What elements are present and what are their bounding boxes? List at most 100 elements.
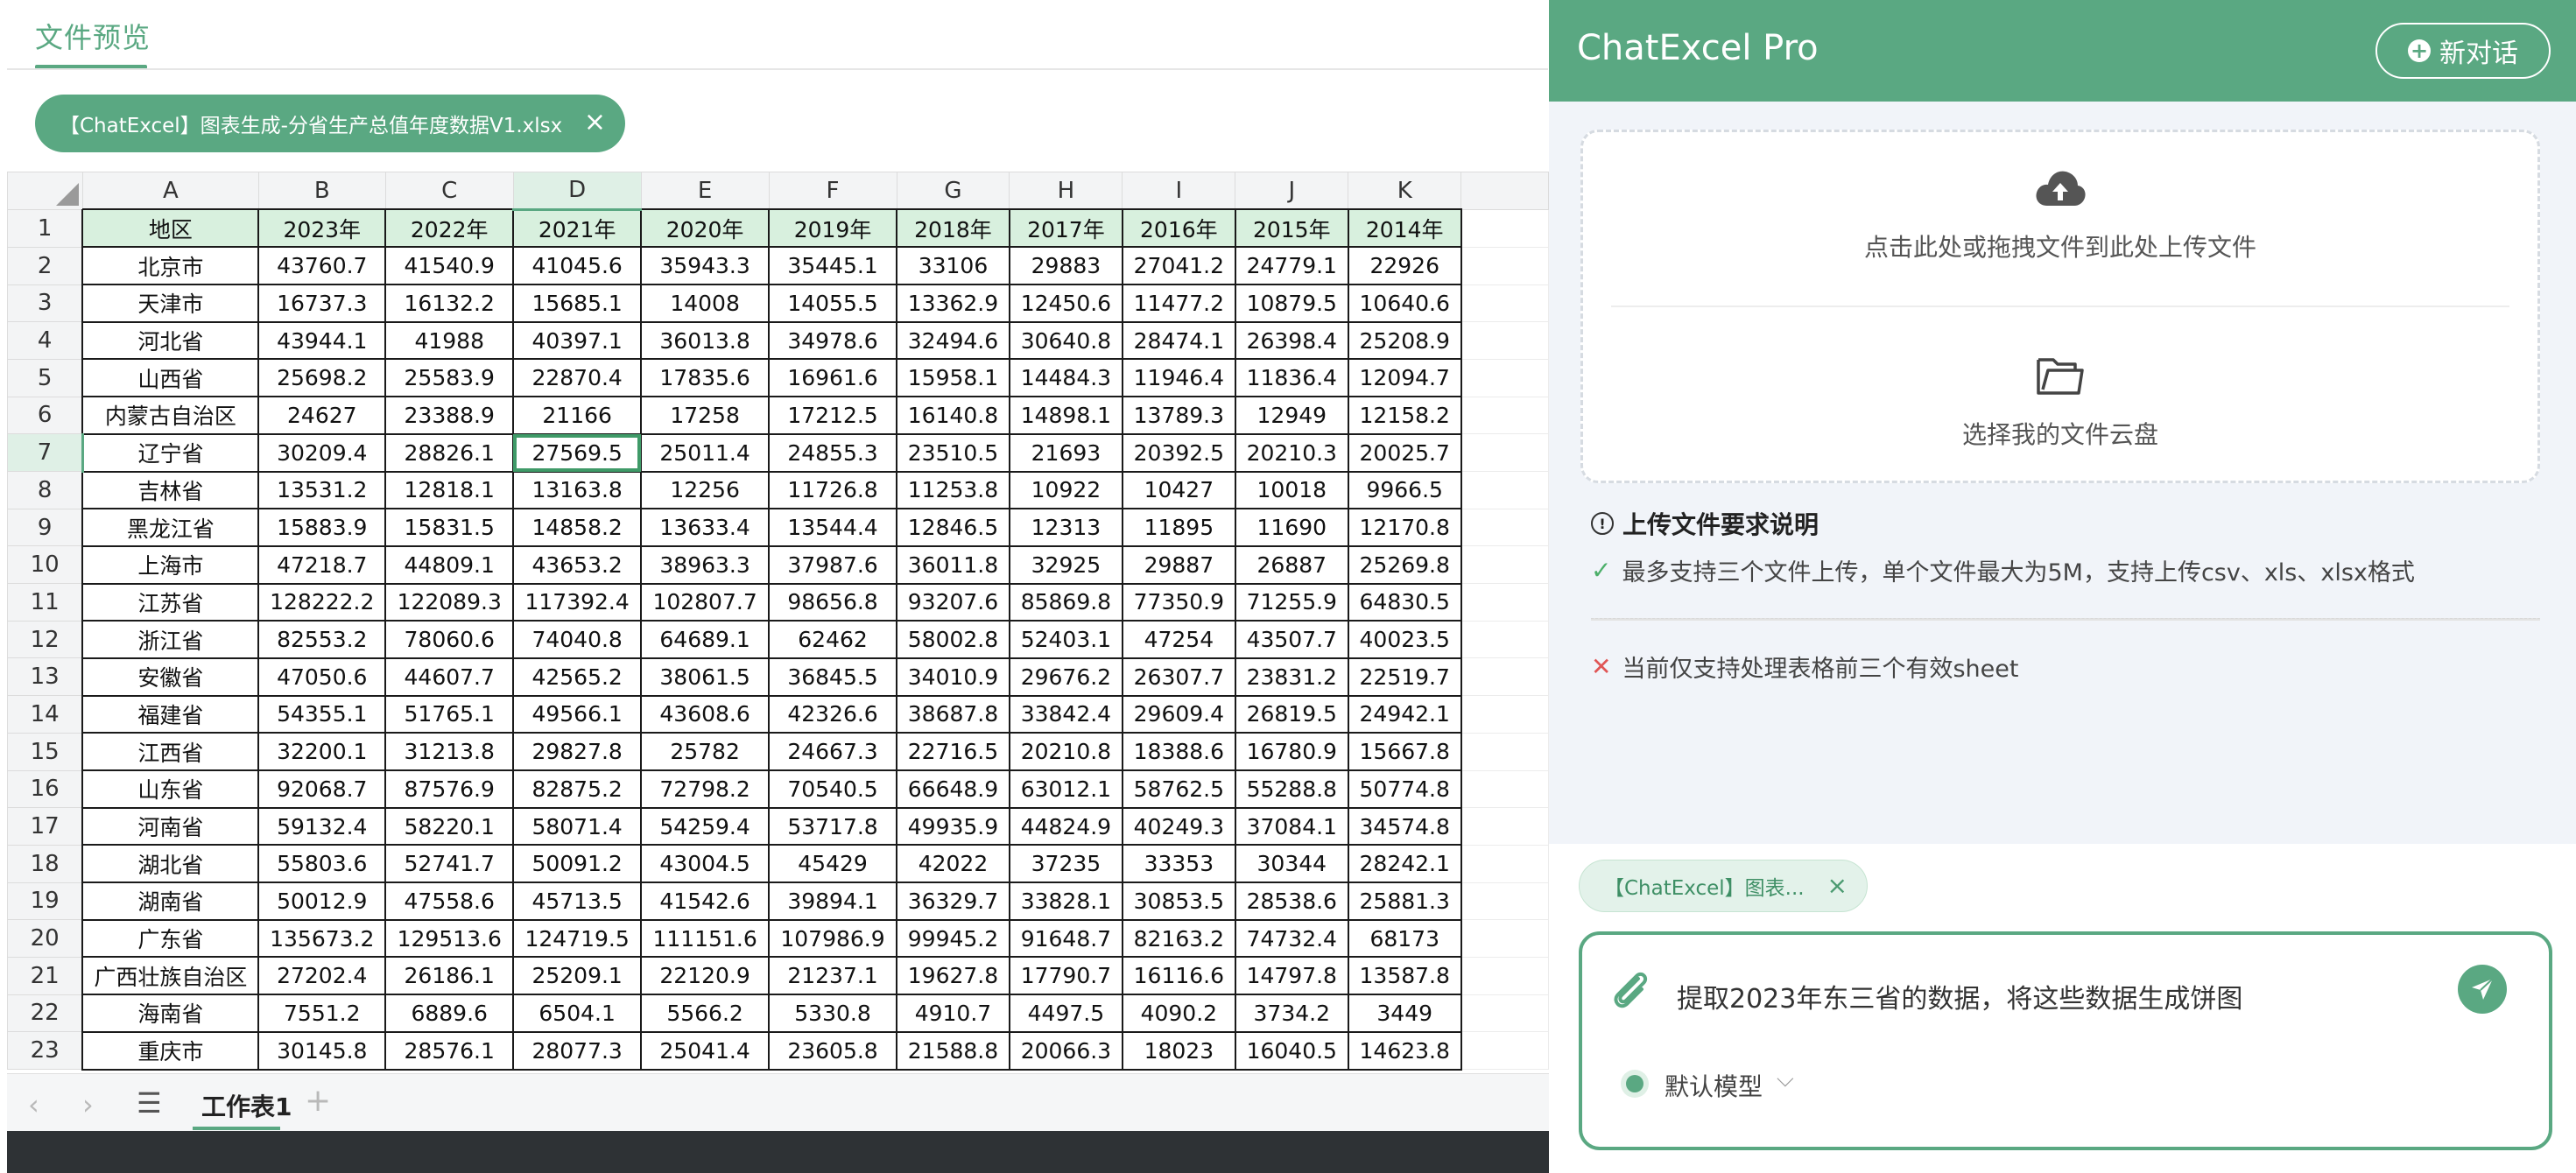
table-cell[interactable]: 5330.8 [768, 994, 897, 1033]
table-cell[interactable]: 13544.4 [768, 508, 897, 547]
table-cell[interactable]: 82553.2 [257, 620, 387, 659]
table-cell[interactable]: 54355.1 [257, 694, 387, 734]
table-cell[interactable]: 20210.8 [1008, 732, 1123, 771]
table-cell[interactable]: 广西壮族自治区 [81, 956, 260, 996]
column-header-i[interactable]: I [1122, 172, 1236, 210]
column-header-e[interactable]: E [640, 172, 770, 210]
sheet-list-icon[interactable]: ☰ [137, 1086, 162, 1120]
table-cell[interactable]: 23605.8 [768, 1030, 897, 1071]
table-cell[interactable]: 吉林省 [81, 470, 260, 510]
table-cell[interactable]: 42326.6 [768, 694, 897, 734]
table-cell[interactable]: 12170.8 [1347, 508, 1462, 547]
table-cell[interactable]: 25209.1 [512, 956, 643, 996]
table-cell[interactable]: 重庆市 [81, 1030, 260, 1071]
column-title-cell[interactable]: 2020年 [640, 208, 771, 249]
table-cell[interactable]: 129513.6 [384, 918, 515, 959]
column-title-cell[interactable]: 2017年 [1008, 208, 1123, 249]
table-cell[interactable]: 33828.1 [1008, 882, 1123, 921]
table-cell[interactable]: 湖南省 [81, 882, 260, 921]
row-header[interactable]: 5 [7, 358, 83, 397]
table-cell[interactable]: 18388.6 [1121, 732, 1236, 771]
table-cell[interactable]: 浙江省 [81, 620, 260, 659]
table-cell[interactable]: 37987.6 [768, 544, 897, 585]
row-header[interactable]: 19 [7, 882, 83, 921]
table-cell[interactable]: 43004.5 [640, 844, 771, 884]
table-cell[interactable]: 11895 [1121, 508, 1236, 547]
table-cell[interactable]: 122089.3 [384, 582, 515, 622]
table-cell[interactable]: 29887 [1121, 544, 1236, 585]
table-cell[interactable]: 47254 [1121, 620, 1236, 659]
table-cell[interactable]: 11477.2 [1121, 284, 1236, 323]
table-cell[interactable]: 13789.3 [1121, 396, 1236, 435]
table-cell[interactable]: 22926 [1347, 246, 1462, 286]
empty-cell[interactable] [1460, 807, 1549, 846]
table-cell[interactable]: 30209.4 [257, 432, 387, 473]
row-header[interactable]: 18 [7, 844, 83, 883]
table-cell[interactable]: 44824.9 [1008, 806, 1123, 846]
table-cell[interactable]: 43608.6 [640, 694, 771, 734]
table-cell[interactable]: 43944.1 [257, 320, 387, 361]
table-cell[interactable]: 30640.8 [1008, 320, 1123, 361]
table-cell[interactable]: 23831.2 [1234, 657, 1349, 697]
table-cell[interactable]: 63012.1 [1008, 769, 1123, 809]
attached-file-pill[interactable]: 【ChatExcel】图表... × [1579, 860, 1868, 912]
table-cell[interactable]: 124719.5 [512, 918, 643, 959]
row-header[interactable]: 6 [7, 396, 83, 435]
table-cell[interactable]: 32494.6 [896, 320, 1010, 361]
table-cell[interactable]: 23388.9 [384, 396, 515, 435]
table-cell[interactable]: 14797.8 [1234, 956, 1349, 996]
table-cell[interactable]: 55288.8 [1234, 769, 1349, 809]
table-cell[interactable]: 72798.2 [640, 769, 771, 809]
close-icon[interactable]: × [584, 108, 606, 137]
table-cell[interactable]: 10640.6 [1347, 284, 1462, 323]
table-cell[interactable]: 20392.5 [1121, 432, 1236, 473]
table-cell[interactable]: 39894.1 [768, 882, 897, 921]
table-cell[interactable]: 44607.7 [384, 657, 515, 697]
empty-cell[interactable] [1460, 321, 1549, 360]
table-cell[interactable]: 24779.1 [1234, 246, 1349, 286]
column-title-cell[interactable]: 2022年 [384, 208, 515, 249]
table-cell[interactable]: 27202.4 [257, 956, 387, 996]
table-cell[interactable]: 99945.2 [896, 918, 1010, 959]
column-header-d[interactable]: D [512, 172, 642, 211]
table-cell[interactable]: 10879.5 [1234, 284, 1349, 323]
table-cell[interactable]: 16961.6 [768, 358, 897, 398]
add-sheet-icon[interactable]: + [305, 1083, 331, 1119]
table-cell[interactable]: 13633.4 [640, 508, 771, 547]
empty-cell[interactable] [1460, 769, 1549, 809]
table-cell[interactable]: 74040.8 [512, 620, 643, 659]
table-cell[interactable]: 44809.1 [384, 544, 515, 585]
table-cell[interactable]: 3734.2 [1234, 994, 1349, 1033]
row-header[interactable]: 9 [7, 508, 83, 547]
column-title-cell[interactable]: 2016年 [1121, 208, 1236, 249]
table-cell[interactable]: 10922 [1008, 470, 1123, 510]
table-cell[interactable]: 17790.7 [1008, 956, 1123, 996]
table-cell[interactable]: 50091.2 [512, 844, 643, 884]
next-sheet-icon[interactable]: › [82, 1088, 94, 1121]
empty-cell[interactable] [1460, 471, 1549, 509]
table-cell[interactable]: 12158.2 [1347, 396, 1462, 435]
table-cell[interactable]: 71255.9 [1234, 582, 1349, 622]
column-title-cell[interactable]: 地区 [81, 208, 260, 249]
table-cell[interactable]: 14055.5 [768, 284, 897, 323]
table-cell[interactable]: 77350.9 [1121, 582, 1236, 622]
table-cell[interactable]: 6504.1 [512, 994, 643, 1033]
table-cell[interactable]: 58762.5 [1121, 769, 1236, 809]
table-cell[interactable]: 内蒙古自治区 [81, 396, 260, 435]
table-cell[interactable]: 135673.2 [257, 918, 387, 959]
empty-cell[interactable] [1460, 732, 1549, 771]
empty-cell[interactable] [1460, 358, 1549, 397]
empty-cell[interactable] [1460, 396, 1549, 435]
table-cell[interactable]: 16116.6 [1121, 956, 1236, 996]
chevron-down-icon[interactable]: ⌵ [1777, 1066, 1794, 1093]
table-cell[interactable]: 15958.1 [896, 358, 1010, 398]
table-cell[interactable]: 16737.3 [257, 284, 387, 323]
table-cell[interactable]: 24667.3 [768, 732, 897, 771]
table-cell[interactable]: 山西省 [81, 358, 260, 398]
table-cell[interactable]: 28077.3 [512, 1030, 643, 1071]
table-cell[interactable]: 35445.1 [768, 246, 897, 286]
table-cell[interactable]: 黑龙江省 [81, 508, 260, 547]
row-header[interactable]: 15 [7, 732, 83, 771]
empty-cell[interactable] [1460, 919, 1549, 958]
table-cell[interactable]: 13163.8 [512, 470, 643, 510]
